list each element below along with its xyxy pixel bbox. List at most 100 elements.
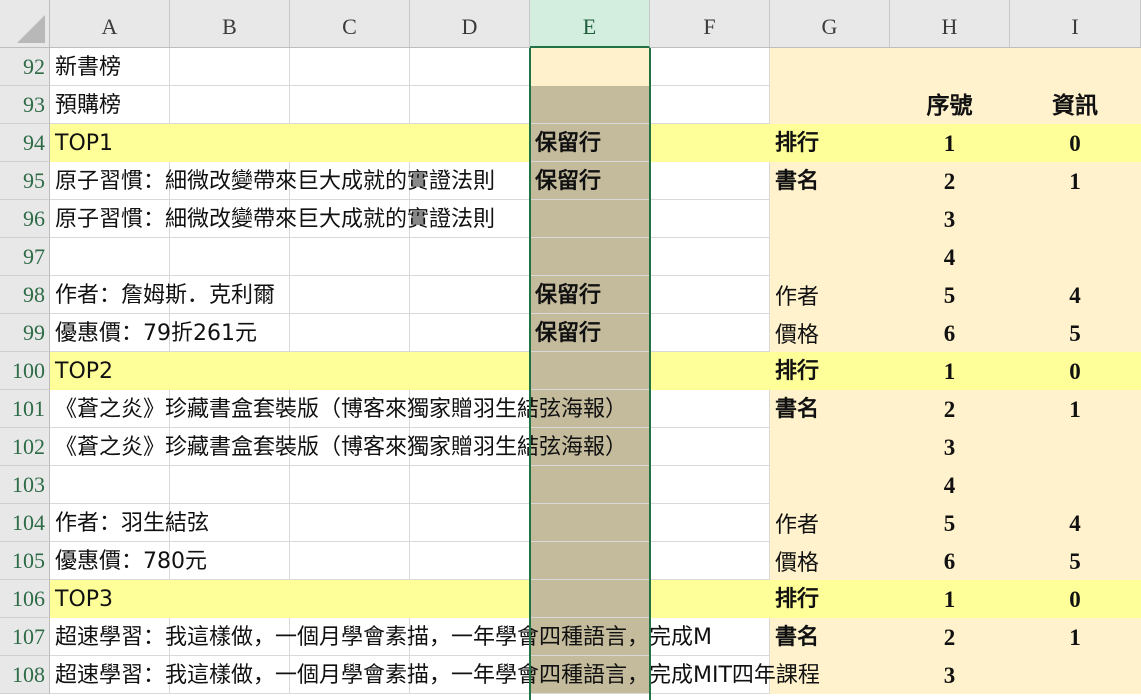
cell-c[interactable] bbox=[290, 48, 410, 86]
cell-e[interactable]: 保留行 bbox=[530, 276, 650, 314]
cell-e[interactable] bbox=[530, 466, 650, 504]
cell-a[interactable]: 優惠價：79折261元 bbox=[50, 314, 257, 352]
cell-c[interactable] bbox=[290, 504, 410, 542]
cell-d[interactable] bbox=[410, 124, 530, 162]
cell-i[interactable]: 4 bbox=[1010, 504, 1141, 542]
cell-f[interactable] bbox=[650, 466, 770, 504]
row-header[interactable]: 108 bbox=[0, 656, 50, 694]
cell-h[interactable]: 3 bbox=[890, 656, 1010, 694]
cell-i[interactable] bbox=[1010, 656, 1141, 694]
cell-h[interactable]: 3 bbox=[890, 200, 1010, 238]
cell-f[interactable] bbox=[650, 124, 770, 162]
cell-h[interactable]: 3 bbox=[890, 428, 1010, 466]
row-header[interactable]: 107 bbox=[0, 618, 50, 656]
cell-f[interactable] bbox=[650, 504, 770, 542]
cell-d[interactable] bbox=[410, 86, 530, 124]
cell-e[interactable] bbox=[530, 48, 650, 86]
cell-i[interactable]: 5 bbox=[1010, 542, 1141, 580]
cell-a[interactable] bbox=[50, 466, 170, 504]
cell-e[interactable] bbox=[530, 352, 650, 390]
cell-a[interactable]: 預購榜 bbox=[50, 86, 170, 124]
cell-e[interactable]: 保留行 bbox=[530, 124, 650, 162]
cell-f[interactable] bbox=[650, 238, 770, 276]
cell-i[interactable]: 0 bbox=[1010, 580, 1141, 618]
cell-e[interactable] bbox=[530, 542, 650, 580]
cell-b[interactable] bbox=[170, 86, 290, 124]
column-header-f[interactable]: F bbox=[650, 0, 770, 48]
cell-d[interactable] bbox=[410, 504, 530, 542]
row-header[interactable]: 94 bbox=[0, 124, 50, 162]
column-header-c[interactable]: C bbox=[290, 0, 410, 48]
cell-h[interactable]: 1 bbox=[890, 352, 1010, 390]
row-header[interactable]: 93 bbox=[0, 86, 50, 124]
cell-f[interactable] bbox=[650, 48, 770, 86]
cell-h[interactable]: 1 bbox=[890, 124, 1010, 162]
cell-g[interactable]: 排行 bbox=[770, 352, 890, 390]
cell-a[interactable]: 原子習慣：細微改變帶來巨大成就的實證法則 bbox=[50, 200, 495, 238]
cell-h[interactable]: 序號 bbox=[890, 86, 1010, 124]
row-header[interactable]: 104 bbox=[0, 504, 50, 542]
row-header[interactable]: 102 bbox=[0, 428, 50, 466]
cell-i[interactable]: 0 bbox=[1010, 352, 1141, 390]
cell-a[interactable] bbox=[50, 238, 170, 276]
cell-d[interactable] bbox=[410, 580, 530, 618]
row-header[interactable]: 100 bbox=[0, 352, 50, 390]
cell-c[interactable] bbox=[290, 238, 410, 276]
cell-f[interactable] bbox=[650, 314, 770, 352]
cell-h[interactable] bbox=[890, 48, 1010, 86]
cell-e[interactable] bbox=[530, 200, 650, 238]
cell-i[interactable]: 4 bbox=[1010, 276, 1141, 314]
cell-f[interactable] bbox=[650, 352, 770, 390]
row-header[interactable]: 97 bbox=[0, 238, 50, 276]
cell-f[interactable] bbox=[650, 86, 770, 124]
row-header[interactable]: 99 bbox=[0, 314, 50, 352]
cell-b[interactable] bbox=[170, 48, 290, 86]
cell-h[interactable]: 4 bbox=[890, 466, 1010, 504]
column-header-a[interactable]: A bbox=[50, 0, 170, 48]
cell-b[interactable] bbox=[170, 466, 290, 504]
cell-h[interactable]: 2 bbox=[890, 162, 1010, 200]
cell-b[interactable] bbox=[170, 580, 290, 618]
cell-h[interactable]: 5 bbox=[890, 276, 1010, 314]
cell-g[interactable]: 作者 bbox=[770, 276, 890, 314]
cell-a[interactable]: 優惠價：780元 bbox=[50, 542, 207, 580]
select-all-corner[interactable] bbox=[0, 0, 50, 48]
cell-c[interactable] bbox=[290, 276, 410, 314]
cell-f[interactable] bbox=[650, 428, 770, 466]
cell-h[interactable]: 2 bbox=[890, 390, 1010, 428]
cell-i[interactable] bbox=[1010, 466, 1141, 504]
cell-i[interactable]: 1 bbox=[1010, 162, 1141, 200]
row-header[interactable]: 101 bbox=[0, 390, 50, 428]
cell-g[interactable] bbox=[770, 238, 890, 276]
cell-h[interactable]: 6 bbox=[890, 542, 1010, 580]
cell-b[interactable] bbox=[170, 238, 290, 276]
cell-h[interactable]: 4 bbox=[890, 238, 1010, 276]
cell-a[interactable]: 作者：羽生結弦 bbox=[50, 504, 209, 542]
cell-i[interactable]: 資訊 bbox=[1010, 86, 1141, 124]
cell-g[interactable]: 書名 bbox=[770, 162, 890, 200]
cell-i[interactable] bbox=[1010, 428, 1141, 466]
cell-a[interactable]: 超速學習：我這樣做，一個月學會素描，一年學會四種語言，完成MIT四年課程 bbox=[50, 656, 820, 694]
cell-g[interactable] bbox=[770, 48, 890, 86]
cell-i[interactable]: 0 bbox=[1010, 124, 1141, 162]
cell-a[interactable]: TOP2 bbox=[50, 352, 170, 390]
cell-g[interactable]: 書名 bbox=[770, 618, 890, 656]
cell-a[interactable]: 作者：詹姆斯．克利爾 bbox=[50, 276, 275, 314]
cell-a[interactable]: 原子習慣：細微改變帶來巨大成就的實證法則 bbox=[50, 162, 495, 200]
cell-c[interactable] bbox=[290, 124, 410, 162]
cell-a[interactable]: TOP1 bbox=[50, 124, 170, 162]
cell-g[interactable] bbox=[770, 428, 890, 466]
cell-i[interactable]: 1 bbox=[1010, 390, 1141, 428]
cell-d[interactable] bbox=[410, 238, 530, 276]
cell-e[interactable] bbox=[530, 238, 650, 276]
cell-a[interactable]: 新書榜 bbox=[50, 48, 170, 86]
cell-b[interactable] bbox=[170, 124, 290, 162]
cell-c[interactable] bbox=[290, 314, 410, 352]
cell-f[interactable] bbox=[650, 276, 770, 314]
cell-c[interactable] bbox=[290, 466, 410, 504]
cell-g[interactable] bbox=[770, 86, 890, 124]
cell-h[interactable]: 2 bbox=[890, 618, 1010, 656]
row-header[interactable]: 95 bbox=[0, 162, 50, 200]
row-header[interactable]: 96 bbox=[0, 200, 50, 238]
row-header[interactable]: 98 bbox=[0, 276, 50, 314]
